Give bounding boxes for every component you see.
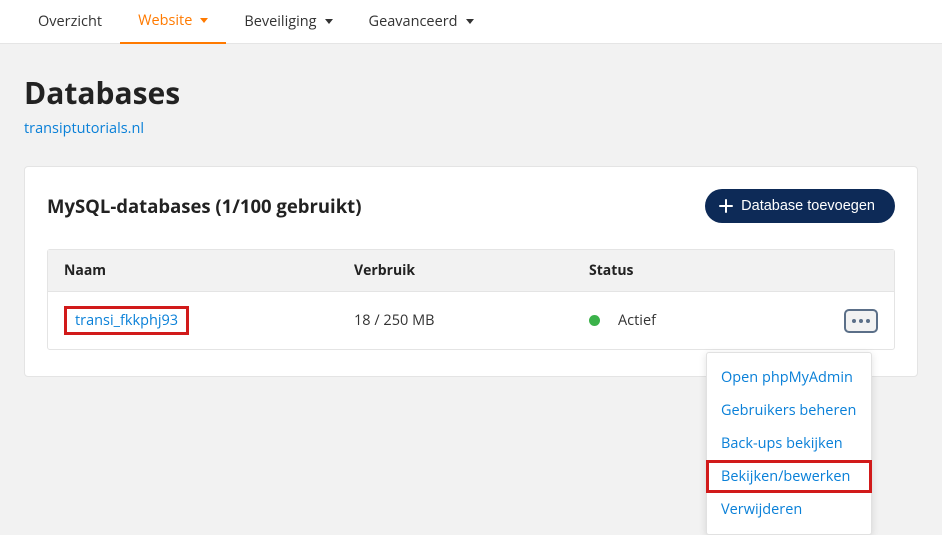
row-actions-menu: Open phpMyAdmin Gebruikers beheren Back-… — [706, 352, 872, 535]
chevron-down-icon — [466, 19, 474, 24]
tab-label: Overzicht — [38, 12, 102, 31]
tab-label: Geavanceerd — [369, 12, 458, 31]
add-database-button[interactable]: Database toevoegen — [705, 189, 895, 223]
menu-view-backups[interactable]: Back-ups bekijken — [707, 427, 871, 460]
col-header-name: Naam — [64, 261, 354, 280]
panel-title: MySQL-databases (1/100 gebruikt) — [47, 194, 361, 219]
chevron-down-icon — [200, 18, 208, 23]
chevron-down-icon — [325, 19, 333, 24]
tab-label: Beveiliging — [244, 12, 316, 31]
tab-overzicht[interactable]: Overzicht — [20, 0, 120, 44]
button-label: Database toevoegen — [741, 198, 875, 214]
row-actions-button[interactable] — [844, 309, 878, 333]
page-title: Databases — [24, 72, 918, 113]
tab-geavanceerd[interactable]: Geavanceerd — [351, 0, 492, 44]
highlight-box: transi_fkkphj93 — [64, 306, 189, 335]
breadcrumb-domain-link[interactable]: transiptutorials.nl — [24, 119, 144, 138]
menu-view-edit[interactable]: Bekijken/bewerken — [706, 460, 872, 493]
status-text: Actief — [618, 311, 656, 330]
status-cell: Actief — [589, 311, 789, 330]
status-dot-icon — [589, 315, 600, 326]
database-name-link[interactable]: transi_fkkphj93 — [75, 311, 178, 330]
menu-manage-users[interactable]: Gebruikers beheren — [707, 394, 871, 427]
usage-value: 18 / 250 MB — [354, 311, 589, 330]
tab-beveiliging[interactable]: Beveiliging — [226, 0, 350, 44]
table-header: Naam Verbruik Status — [48, 250, 894, 292]
panel-header: MySQL-databases (1/100 gebruikt) Databas… — [47, 189, 895, 223]
tab-label: Website — [138, 11, 192, 30]
top-nav: Overzicht Website Beveiliging Geavanceer… — [0, 0, 942, 44]
table-row: transi_fkkphj93 18 / 250 MB Actief — [48, 292, 894, 349]
menu-delete[interactable]: Verwijderen — [707, 493, 871, 526]
menu-open-phpmyadmin[interactable]: Open phpMyAdmin — [707, 361, 871, 394]
plus-icon — [719, 199, 733, 213]
col-header-usage: Verbruik — [354, 261, 589, 280]
databases-panel: MySQL-databases (1/100 gebruikt) Databas… — [24, 166, 918, 377]
col-header-status: Status — [589, 261, 789, 280]
tab-website[interactable]: Website — [120, 0, 226, 44]
databases-table: Naam Verbruik Status transi_fkkphj93 18 … — [47, 249, 895, 350]
content: Databases transiptutorials.nl MySQL-data… — [0, 44, 942, 405]
